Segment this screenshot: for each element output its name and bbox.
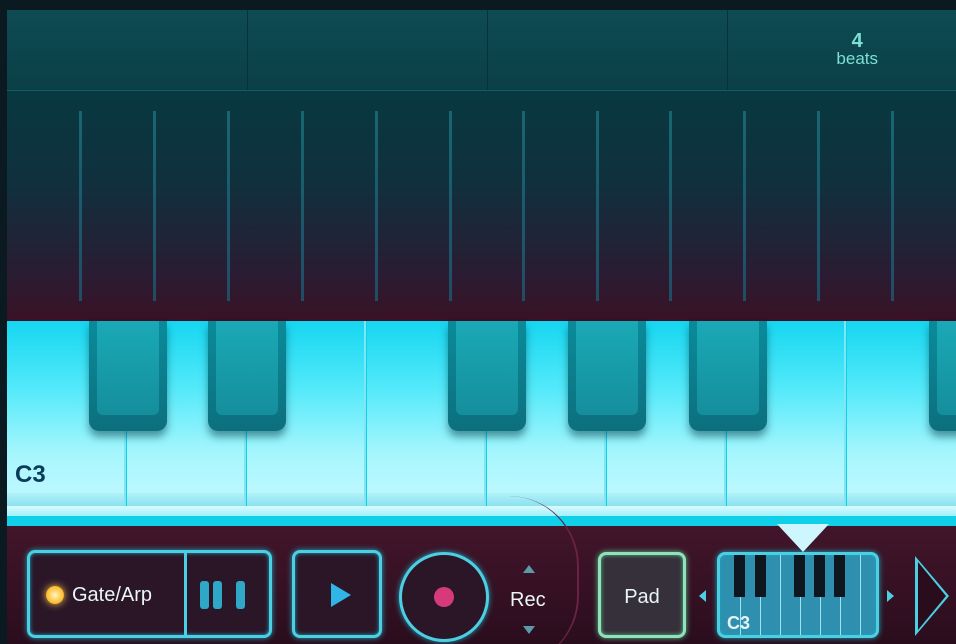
beat-segment <box>7 10 248 90</box>
beats-indicator: 4 beats <box>836 30 878 68</box>
play-button[interactable] <box>292 550 382 638</box>
note-lanes[interactable] <box>7 91 956 321</box>
arp-pattern-icon[interactable] <box>200 581 249 614</box>
note-lane <box>891 111 894 301</box>
app-frame: 4 beats C3 Gate/Arp Rec Pad C3 <box>7 10 956 644</box>
rec-label: Rec <box>510 589 546 611</box>
mini-keyboard-navigator[interactable]: C3 <box>717 552 879 638</box>
note-lane <box>375 111 378 301</box>
black-key[interactable] <box>689 321 767 431</box>
beats-unit: beats <box>836 49 878 68</box>
note-lane <box>227 111 230 301</box>
control-bar: Gate/Arp Rec Pad C3 <box>7 496 956 644</box>
pad-label: Pad <box>624 586 660 608</box>
note-lane <box>596 111 599 301</box>
gate-divider <box>184 553 187 635</box>
play-icon <box>331 583 351 607</box>
note-lane <box>669 111 672 301</box>
beats-value: 4 <box>851 30 863 52</box>
beat-segment <box>247 10 488 90</box>
chevron-left-icon[interactable] <box>699 590 706 602</box>
record-icon <box>434 587 454 607</box>
note-lane <box>449 111 452 301</box>
black-key[interactable] <box>208 321 286 431</box>
pad-button[interactable]: Pad <box>598 552 686 638</box>
note-lane <box>522 111 525 301</box>
mini-keyboard-label: C3 <box>727 613 751 633</box>
beat-ruler: 4 beats <box>7 10 956 91</box>
range-pointer-icon <box>777 524 829 552</box>
arrow-down-icon[interactable] <box>523 626 535 634</box>
beat-segment <box>487 10 728 90</box>
note-lane <box>743 111 746 301</box>
black-key[interactable] <box>89 321 167 431</box>
note-lane <box>301 111 304 301</box>
gate-arp-button[interactable]: Gate/Arp <box>27 550 272 638</box>
arrow-up-icon[interactable] <box>523 565 535 573</box>
note-lane <box>817 111 820 301</box>
gate-light-icon <box>46 586 64 604</box>
black-key[interactable] <box>448 321 526 431</box>
black-key[interactable] <box>929 321 956 431</box>
black-key[interactable] <box>568 321 646 431</box>
record-button[interactable] <box>399 552 489 642</box>
octave-label: C3 <box>15 461 46 488</box>
chevron-right-icon[interactable] <box>887 590 894 602</box>
note-lane <box>79 111 82 301</box>
note-lane <box>153 111 156 301</box>
gate-arp-label: Gate/Arp <box>72 584 153 606</box>
